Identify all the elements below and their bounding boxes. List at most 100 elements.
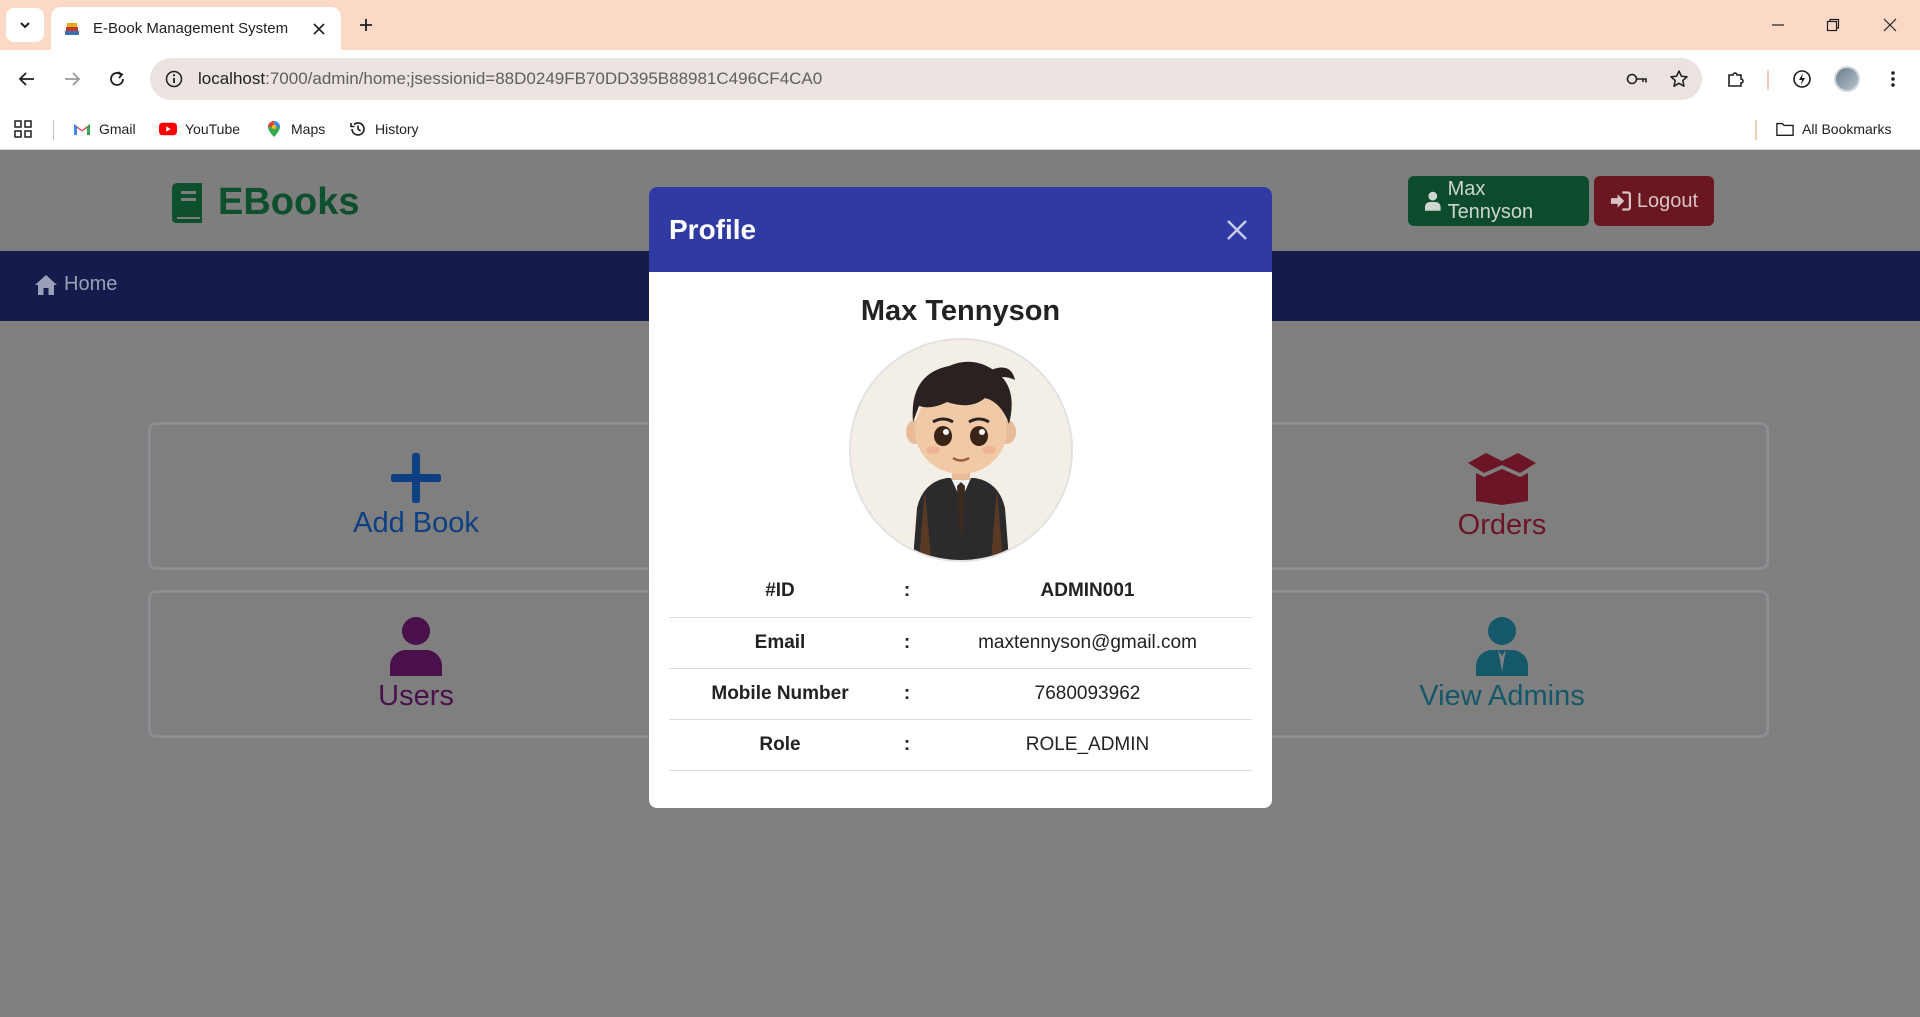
puzzle-icon: [1728, 72, 1744, 87]
logout-label: Logout: [1636, 189, 1698, 212]
field-label-mobile: Mobile Number: [669, 668, 891, 720]
modal-title: Profile: [669, 213, 757, 245]
bookmark-label: YouTube: [185, 121, 241, 137]
bookmarks-bar: Gmail YouTube Maps History All Bookmarks: [0, 108, 1920, 150]
field-label-email: Email: [669, 617, 891, 669]
browser-toolbar: localhost:7000/admin/home;jsessionid=88D…: [0, 50, 1920, 108]
browser-tab-bar: E-Book Management System: [0, 0, 1920, 50]
gmail-icon: [73, 120, 91, 138]
bookmark-label: Maps: [291, 121, 326, 137]
field-value-id: ADMIN001: [923, 566, 1252, 618]
profile-details-table: #ID : ADMIN001 Email : maxtennyson@gmail…: [669, 566, 1252, 771]
table-row: Role : ROLE_ADMIN: [669, 719, 1252, 771]
field-separator: :: [891, 566, 923, 618]
plus-icon: [391, 452, 441, 503]
minimize-icon: [1772, 24, 1784, 26]
profile-button[interactable]: [1830, 62, 1864, 96]
browser-menu-button[interactable]: [1876, 62, 1910, 96]
bookmark-star-icon[interactable]: [1660, 60, 1698, 98]
users-card[interactable]: Users: [151, 593, 681, 735]
field-separator: :: [891, 668, 923, 720]
all-bookmarks-label: All Bookmarks: [1802, 121, 1892, 137]
extensions-button[interactable]: [1719, 62, 1753, 96]
user-tie-icon: [1476, 616, 1528, 676]
password-key-icon[interactable]: [1618, 60, 1656, 98]
tab-close-icon[interactable]: [309, 19, 329, 39]
arrow-right-icon: [65, 72, 81, 86]
modal-header: Profile: [649, 187, 1272, 272]
plus-icon: [360, 19, 372, 31]
more-vert-icon: [1891, 71, 1895, 87]
book-icon: [172, 182, 202, 223]
user-icon: [1424, 191, 1441, 211]
youtube-icon: [159, 120, 177, 138]
table-row: Mobile Number : 7680093962: [669, 668, 1252, 720]
field-label-role: Role: [669, 719, 891, 771]
nav-home-label: Home: [64, 273, 118, 295]
performance-icon: [1793, 70, 1811, 88]
site-info-icon[interactable]: [154, 59, 194, 99]
user-button-label: Max Tennyson: [1447, 178, 1534, 223]
field-value-role: ROLE_ADMIN: [923, 719, 1252, 771]
new-tab-button[interactable]: [352, 11, 380, 39]
all-bookmarks-button[interactable]: All Bookmarks: [1776, 116, 1891, 142]
close-icon: [1883, 18, 1897, 32]
brand-logo[interactable]: EBooks: [168, 181, 359, 224]
cartoon-avatar-image: [850, 340, 1071, 560]
books-favicon-icon: [65, 22, 79, 35]
logout-button[interactable]: Logout: [1594, 176, 1714, 226]
tab-title: E-Book Management System: [93, 20, 289, 37]
toolbar-separator: [1767, 70, 1769, 90]
add-book-card[interactable]: Add Book: [151, 425, 681, 567]
forward-button[interactable]: [55, 62, 89, 96]
url-text[interactable]: localhost:7000/admin/home;jsessionid=88D…: [198, 69, 1618, 89]
brand-name: EBooks: [218, 181, 360, 223]
browser-profile-avatar: [1834, 66, 1860, 92]
bookmark-label: Gmail: [99, 121, 136, 137]
bookmark-history[interactable]: History: [349, 116, 419, 142]
field-separator: :: [891, 719, 923, 771]
browser-tab-active[interactable]: E-Book Management System: [51, 7, 341, 50]
restore-button[interactable]: [1813, 8, 1853, 42]
bookmark-label: History: [375, 121, 419, 137]
close-window-button[interactable]: [1870, 8, 1910, 42]
back-button[interactable]: [10, 62, 44, 96]
view-admins-card[interactable]: View Admins: [1237, 593, 1767, 735]
folder-icon: [1776, 120, 1794, 138]
close-icon[interactable]: [1222, 215, 1252, 245]
profile-modal: Profile Max Tennyson #ID: ADMIN001 Emai…: [649, 187, 1272, 808]
home-icon: [35, 274, 57, 295]
restore-icon: [1826, 18, 1840, 32]
bookmark-maps[interactable]: Maps: [265, 116, 325, 142]
table-row: #ID : ADMIN001: [669, 566, 1252, 618]
field-value-mobile: 7680093962: [923, 668, 1252, 720]
apps-grid-icon: [14, 120, 32, 138]
apps-button[interactable]: [14, 116, 32, 142]
bookmarks-separator: [53, 120, 54, 140]
url-host: localhost: [198, 69, 266, 88]
profile-name: Max Tennyson: [860, 295, 1061, 327]
bookmark-youtube[interactable]: YouTube: [159, 116, 240, 142]
tab-search-button[interactable]: [6, 8, 44, 42]
modal-body: Max Tennyson #ID: ADMIN001 Email: maxt…: [649, 295, 1272, 771]
view-admins-label: View Admins: [1419, 679, 1585, 712]
reload-button[interactable]: [100, 62, 134, 96]
orders-card[interactable]: Orders: [1237, 425, 1767, 567]
profile-avatar: [848, 338, 1073, 562]
orders-label: Orders: [1457, 508, 1547, 541]
arrow-left-icon: [18, 72, 34, 86]
performance-button[interactable]: [1785, 62, 1819, 96]
users-label: Users: [378, 679, 454, 712]
reload-icon: [110, 71, 124, 86]
bookmark-gmail[interactable]: Gmail: [73, 116, 136, 142]
address-bar[interactable]: localhost:7000/admin/home;jsessionid=88D…: [150, 58, 1702, 100]
bookmarks-separator-right: [1755, 120, 1757, 140]
field-label-id: #ID: [669, 566, 891, 618]
minimize-button[interactable]: [1758, 8, 1798, 42]
sign-in-icon: [1610, 191, 1631, 211]
field-value-email: maxtennyson@gmail.com: [923, 617, 1252, 669]
nav-home-link[interactable]: Home: [34, 273, 117, 296]
maps-icon: [265, 120, 283, 138]
user-profile-button[interactable]: Max Tennyson: [1408, 176, 1589, 226]
add-book-label: Add Book: [353, 506, 479, 539]
